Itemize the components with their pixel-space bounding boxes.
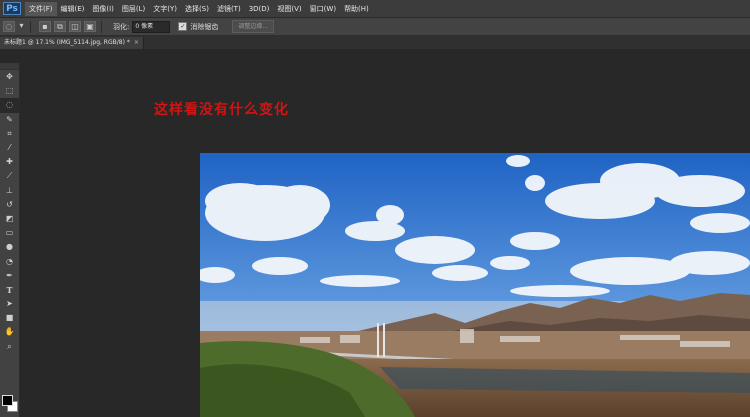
document-tab[interactable]: 未标题1 @ 17.1% (IMG_5114.jpg, RGB/8) * ×	[0, 37, 144, 49]
gradient-tool-icon[interactable]: ▭	[0, 226, 19, 240]
menu-select[interactable]: 选择(S)	[181, 2, 213, 16]
color-swatches[interactable]	[2, 395, 18, 413]
menu-filter[interactable]: 滤镜(T)	[213, 2, 245, 16]
rectangle-tool-icon[interactable]: ■	[0, 311, 19, 325]
antialias-label: 消除锯齿	[190, 22, 219, 31]
options-bar: ◌ ▾ ▪ ⧉ ◫ ▣ 羽化: 0 像素 ✓ 消除锯齿 调整边缘...	[0, 18, 750, 36]
path-selection-tool-icon[interactable]: ➤	[0, 297, 19, 311]
history-brush-tool-icon[interactable]: ↺	[0, 198, 19, 212]
move-tool-icon[interactable]: ✥	[0, 70, 19, 84]
zoom-tool-icon[interactable]: ⌕	[0, 340, 19, 354]
menu-help[interactable]: 帮助(H)	[340, 2, 373, 16]
panel-grip[interactable]	[0, 63, 19, 70]
eraser-tool-icon[interactable]: ◩	[0, 212, 19, 226]
antialias-checkbox[interactable]: ✓	[178, 22, 188, 31]
lasso-preset-icon[interactable]: ◌	[3, 21, 15, 32]
close-icon[interactable]: ×	[134, 39, 139, 46]
spot-healing-tool-icon[interactable]: ✚	[0, 155, 19, 169]
tools-panel: ✥ ⬚ ◌ ✎ ⌗ ⁄ ✚ ⟋ ⊥ ↺ ◩ ▭ ● ◔ ✒ T ➤ ■ ✋ ⌕	[0, 63, 20, 417]
quick-selection-tool-icon[interactable]: ✎	[0, 113, 19, 127]
menu-type[interactable]: 文字(Y)	[149, 2, 181, 16]
menu-view[interactable]: 视图(V)	[273, 2, 305, 16]
document-tab-title: 未标题1 @ 17.1% (IMG_5114.jpg, RGB/8) *	[4, 39, 130, 46]
intersect-selection-icon[interactable]: ▣	[84, 21, 96, 32]
menu-bar: Ps 文件(F) 编辑(E) 图像(I) 图层(L) 文字(Y) 选择(S) 滤…	[0, 0, 750, 18]
hand-tool-icon[interactable]: ✋	[0, 325, 19, 339]
blur-tool-icon[interactable]: ●	[0, 240, 19, 254]
menu-window[interactable]: 窗口(W)	[306, 2, 340, 16]
menu-file[interactable]: 文件(F)	[25, 1, 57, 16]
photoshop-logo: Ps	[3, 2, 21, 15]
annotation-text: 这样看没有什么变化	[154, 102, 289, 118]
preset-dropdown-icon[interactable]: ▾	[18, 21, 25, 32]
menu-layer[interactable]: 图层(L)	[118, 2, 149, 16]
eyedropper-tool-icon[interactable]: ⁄	[0, 141, 19, 155]
feather-input[interactable]: 0 像素	[132, 20, 171, 33]
add-to-selection-icon[interactable]: ⧉	[54, 21, 66, 32]
refine-edge-button[interactable]: 调整边缘...	[232, 20, 275, 33]
clone-stamp-tool-icon[interactable]: ⊥	[0, 184, 19, 198]
document-tab-bar: 未标题1 @ 17.1% (IMG_5114.jpg, RGB/8) * ×	[0, 36, 750, 49]
crop-tool-icon[interactable]: ⌗	[0, 127, 19, 141]
foreground-color-swatch[interactable]	[2, 395, 13, 406]
photo-image	[200, 153, 750, 417]
new-selection-icon[interactable]: ▪	[39, 21, 51, 32]
lasso-tool-icon[interactable]: ◌	[0, 98, 19, 113]
marquee-tool-icon[interactable]: ⬚	[0, 84, 19, 98]
menu-image[interactable]: 图像(I)	[88, 2, 118, 16]
menu-edit[interactable]: 编辑(E)	[57, 2, 89, 16]
dodge-tool-icon[interactable]: ◔	[0, 254, 19, 268]
options-divider	[101, 20, 102, 33]
subtract-from-selection-icon[interactable]: ◫	[69, 21, 81, 32]
feather-label: 羽化:	[113, 22, 130, 31]
menu-3d[interactable]: 3D(D)	[245, 2, 274, 16]
options-divider	[30, 20, 31, 33]
brush-tool-icon[interactable]: ⟋	[0, 169, 19, 183]
landscape-photo[interactable]	[200, 153, 750, 417]
type-tool-icon[interactable]: T	[0, 283, 19, 297]
pen-tool-icon[interactable]: ✒	[0, 269, 19, 283]
